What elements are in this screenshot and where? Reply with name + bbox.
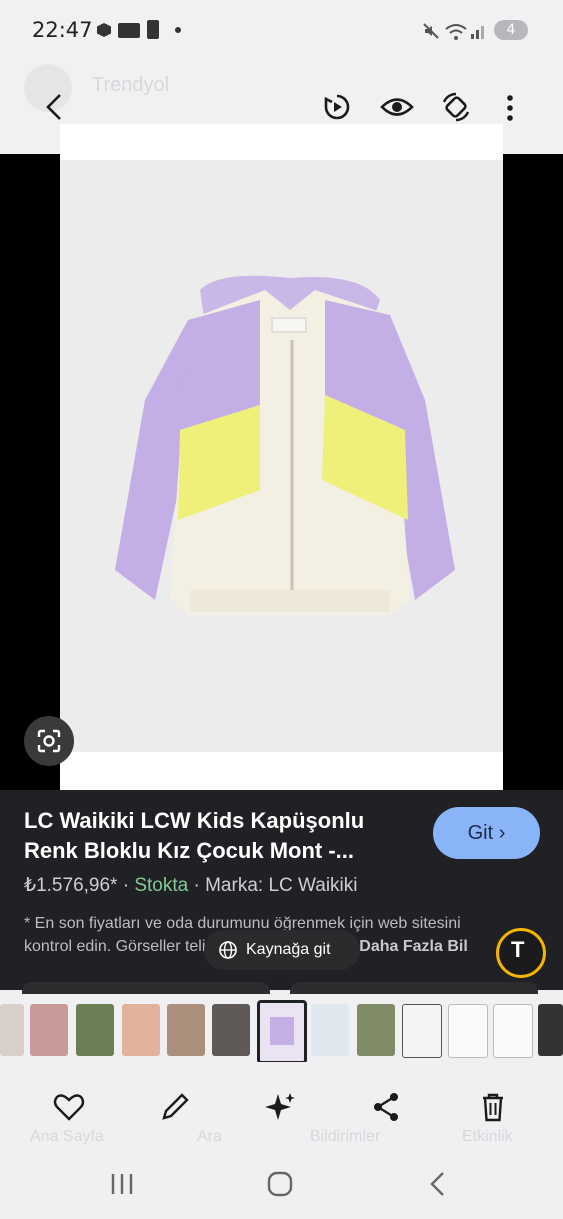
more-info-link[interactable]: Daha Fazla Bil xyxy=(359,938,467,955)
thumbnail[interactable] xyxy=(493,1004,533,1058)
thumbnail[interactable] xyxy=(402,1004,442,1058)
status-time: 22:47 xyxy=(32,18,93,42)
thumbnail[interactable] xyxy=(357,1004,395,1056)
action-chip-top xyxy=(290,982,538,994)
thumbnail[interactable] xyxy=(448,1004,488,1058)
product-meta: ₺1.576,96* · Stokta · Marka: LC Waikiki xyxy=(24,874,357,897)
globe-icon xyxy=(219,941,237,959)
heart-icon[interactable] xyxy=(52,1090,86,1124)
share-icon[interactable] xyxy=(370,1090,404,1124)
thumbnail[interactable] xyxy=(0,1004,24,1056)
package-icon xyxy=(97,23,111,37)
go-to-source-button[interactable]: Kaynağa git xyxy=(204,930,360,970)
replay-icon[interactable] xyxy=(322,92,352,122)
lens-icon xyxy=(37,729,61,753)
ghost-nav-label: Etkinlik xyxy=(462,1128,513,1145)
separator: · xyxy=(122,875,135,896)
thumbnail[interactable] xyxy=(212,1004,250,1056)
jacket-illustration xyxy=(60,160,503,752)
chevron-right-icon: › xyxy=(498,822,506,844)
mute-icon xyxy=(423,23,439,39)
go-to-source-label: Kaynağa git xyxy=(246,941,331,958)
ghost-nav-label: Bildirimler xyxy=(310,1128,381,1145)
back-icon[interactable] xyxy=(40,92,70,122)
thumbnail-jacket xyxy=(270,1017,294,1045)
rotate-icon[interactable] xyxy=(440,92,472,122)
battery-badge: 4 xyxy=(494,20,528,40)
back-nav-icon[interactable] xyxy=(426,1170,450,1198)
lens-search-button[interactable] xyxy=(24,716,74,766)
product-photo[interactable] xyxy=(60,160,503,752)
visit-button-label: Git xyxy=(467,822,494,844)
thumbnail[interactable] xyxy=(76,1004,114,1056)
product-brand: Marka: LC Waikiki xyxy=(205,875,358,896)
signal-icon xyxy=(471,26,484,39)
eye-icon[interactable] xyxy=(380,94,414,120)
translate-icon: T xyxy=(511,937,525,962)
product-title[interactable]: LC Waikiki LCW Kids Kapüşonlu Renk Blokl… xyxy=(24,806,414,866)
product-price: ₺1.576,96* xyxy=(24,875,118,896)
thumbnail[interactable] xyxy=(311,1004,349,1056)
ghost-nav-label: Ara xyxy=(197,1128,222,1145)
translate-button[interactable]: T xyxy=(496,928,546,978)
home-icon[interactable] xyxy=(266,1170,294,1198)
ghost-nav-label: Ana Sayfa xyxy=(30,1128,104,1145)
thumbnail[interactable] xyxy=(538,1004,563,1056)
thumbnail[interactable] xyxy=(30,1004,68,1056)
sparkle-icon[interactable] xyxy=(264,1090,298,1124)
action-chip-top xyxy=(22,982,270,994)
wifi-icon xyxy=(445,24,467,40)
thumbnail-selected[interactable] xyxy=(257,1000,307,1064)
recents-icon[interactable] xyxy=(108,1172,136,1196)
edit-icon[interactable] xyxy=(158,1090,192,1124)
notification-icon xyxy=(118,23,140,38)
ghost-app-title: Trendyol xyxy=(92,74,170,96)
thumbnail[interactable] xyxy=(167,1004,205,1056)
trash-icon[interactable] xyxy=(476,1090,510,1124)
stock-status: Stokta xyxy=(134,875,189,896)
more-vert-icon[interactable] xyxy=(504,94,516,122)
dot-icon xyxy=(175,27,181,33)
visit-button[interactable]: Git › xyxy=(433,807,540,859)
separator: · xyxy=(193,875,206,896)
alert-icon xyxy=(147,20,159,39)
thumbnail[interactable] xyxy=(122,1004,160,1056)
